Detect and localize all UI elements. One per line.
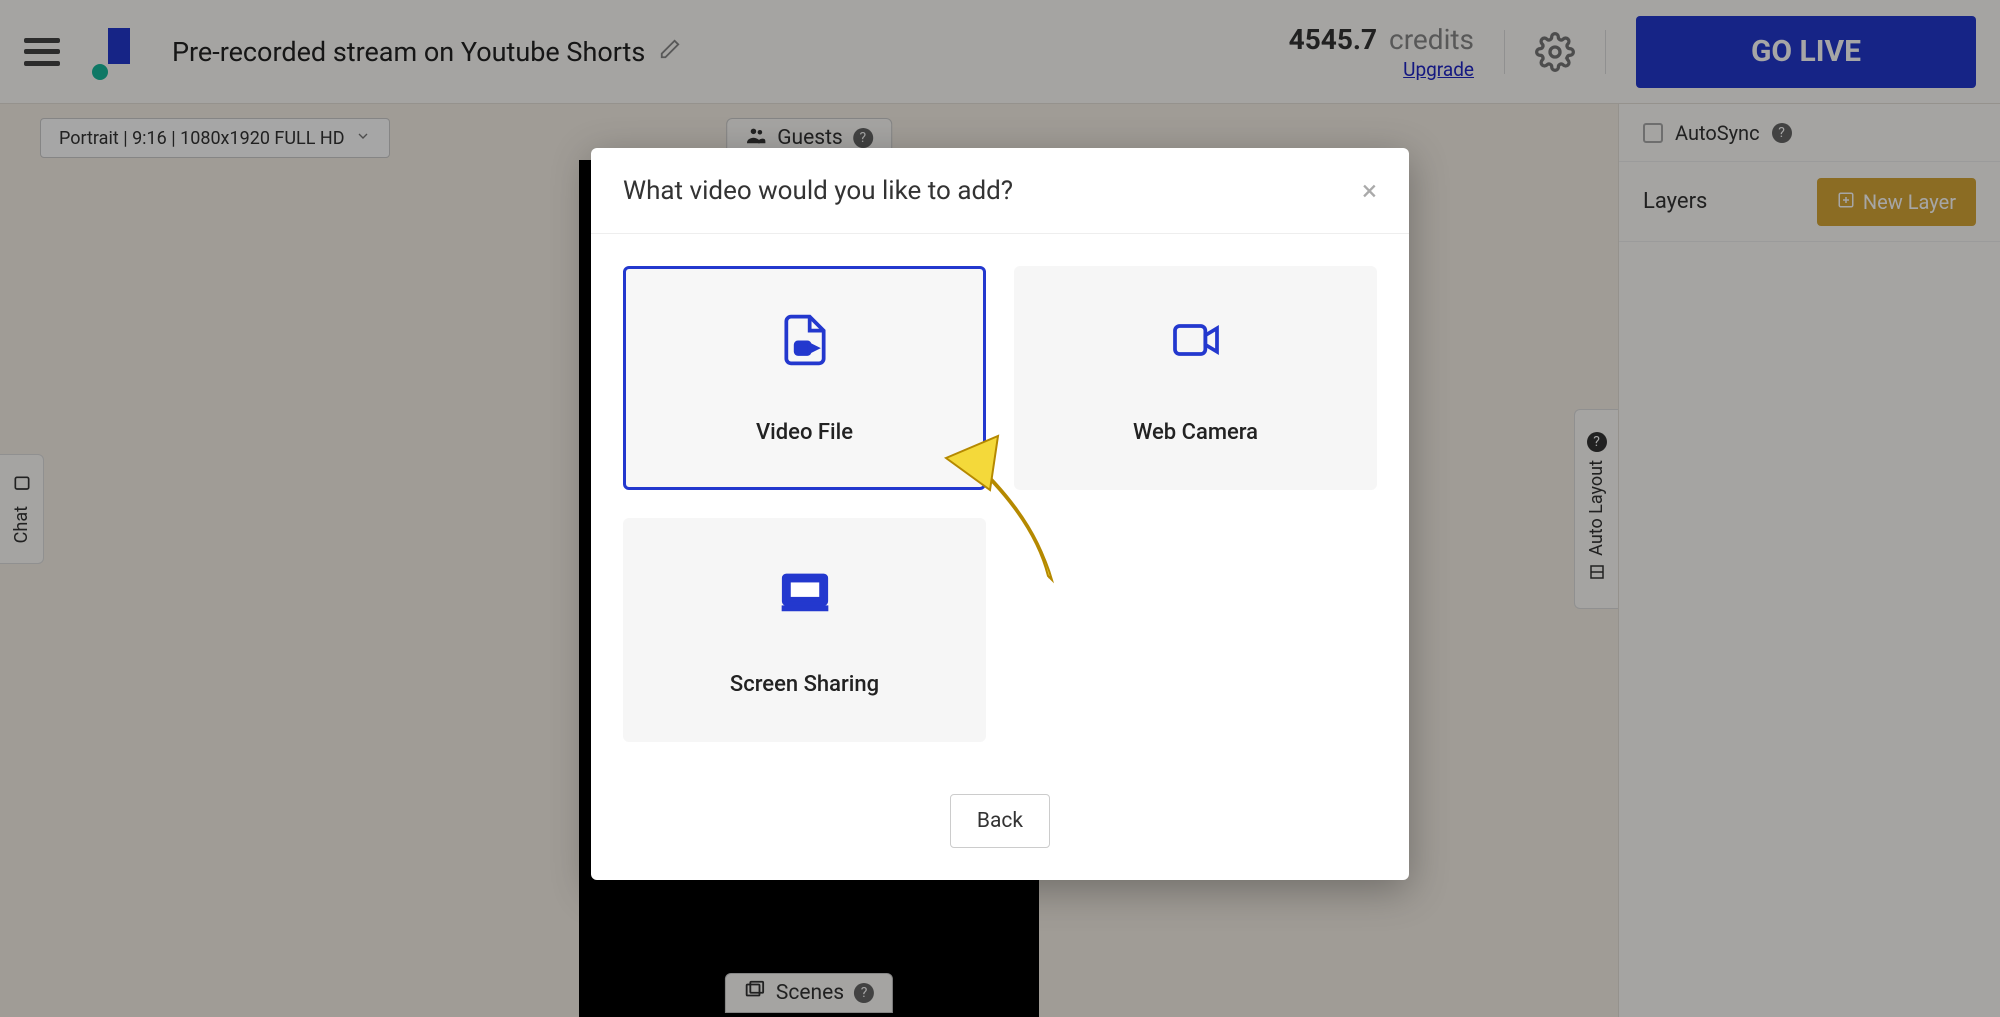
option-web-camera[interactable]: Web Camera xyxy=(1014,266,1377,490)
video-file-icon xyxy=(777,312,833,372)
add-video-modal: What video would you like to add? × xyxy=(591,148,1409,880)
option-video-file[interactable]: Video File xyxy=(623,266,986,490)
modal-title: What video would you like to add? xyxy=(623,176,1013,206)
option-web-camera-label: Web Camera xyxy=(1133,420,1258,445)
web-camera-icon xyxy=(1168,312,1224,372)
screen-sharing-icon xyxy=(777,564,833,624)
modal-close-button[interactable]: × xyxy=(1362,174,1377,207)
option-screen-sharing[interactable]: Screen Sharing xyxy=(623,518,986,742)
modal-back-button[interactable]: Back xyxy=(950,794,1050,848)
close-icon: × xyxy=(1362,174,1377,207)
option-screen-sharing-label: Screen Sharing xyxy=(730,672,879,697)
option-video-file-label: Video File xyxy=(756,420,853,445)
